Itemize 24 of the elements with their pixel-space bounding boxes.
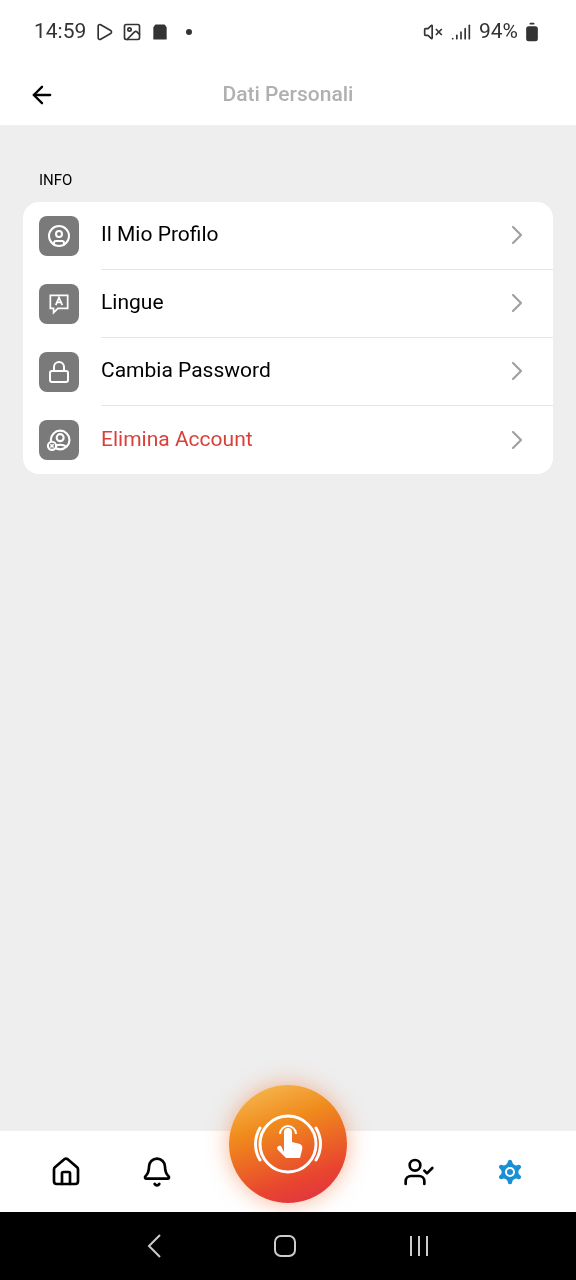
page-title: Dati Personali [222, 80, 354, 108]
settings-row[interactable]: Il Mio Profilo [23, 201, 553, 270]
mute-icon [423, 22, 443, 42]
row-label: Elimina Account [101, 425, 254, 453]
row-label: Il Mio Profilo [101, 221, 220, 249]
settings-row[interactable]: Lingue [23, 269, 553, 338]
system-home-icon[interactable] [274, 1235, 296, 1257]
play-store-icon [94, 22, 115, 42]
section-title: INFO [38, 170, 74, 191]
row-label: Cambia Password [101, 357, 272, 385]
status-time: 14:59 [34, 18, 87, 46]
battery-percent: 94% [479, 18, 518, 46]
profile-icon [39, 215, 79, 256]
language-icon [39, 283, 79, 324]
remove-user-icon [39, 419, 79, 460]
system-back-icon[interactable] [146, 1233, 162, 1259]
lock-icon [39, 351, 79, 392]
row-label: Lingue [101, 289, 165, 317]
settings-row[interactable]: Cambia Password [23, 337, 553, 406]
settings-row[interactable]: Elimina Account [23, 405, 553, 474]
system-recents-icon[interactable] [408, 1235, 430, 1257]
alert-button[interactable] [229, 1084, 347, 1203]
gallery-icon [122, 22, 143, 42]
signal-icon [451, 22, 471, 42]
